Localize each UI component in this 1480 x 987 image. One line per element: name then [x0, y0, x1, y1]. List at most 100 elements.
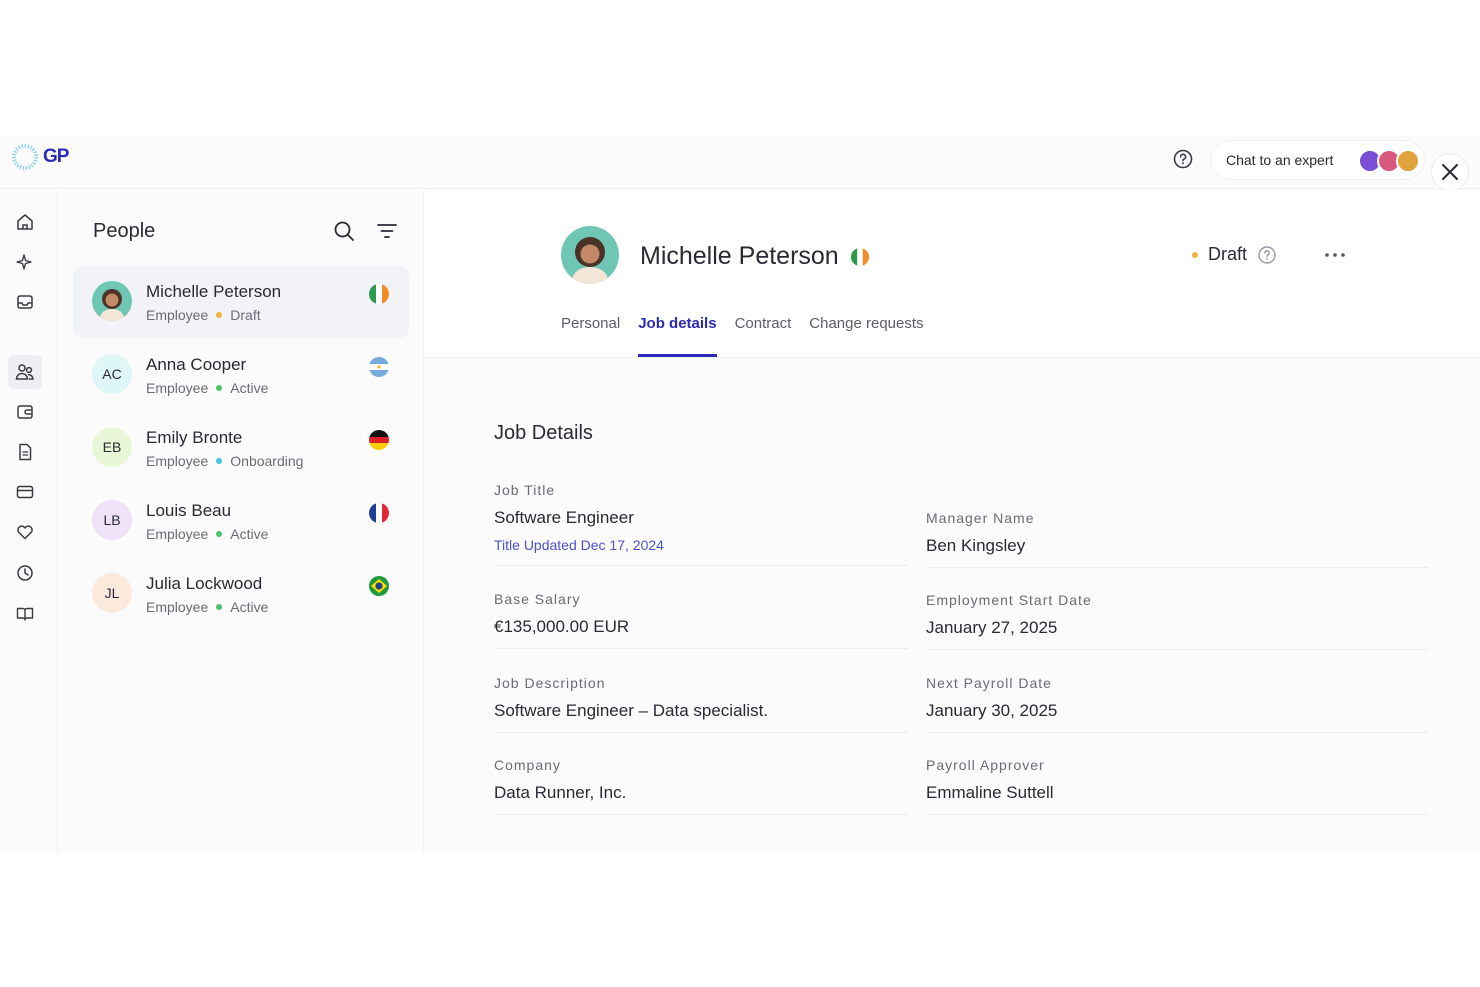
employee-status: Draft: [1192, 244, 1277, 265]
nav-people[interactable]: [8, 355, 42, 389]
person-name: Julia Lockwood: [146, 574, 263, 593]
expert-avatars: [1358, 149, 1420, 173]
france-flag-icon: [369, 503, 389, 523]
person-photo-icon: [99, 289, 125, 321]
person-meta: Employee Active: [146, 526, 268, 542]
close-icon: [1442, 164, 1458, 180]
status-dot: [1192, 251, 1198, 258]
nav-wallet[interactable]: [13, 400, 37, 424]
person-anna-cooper[interactable]: AC Anna Cooper Employee Active: [73, 339, 409, 411]
filter-icon[interactable]: [375, 220, 399, 244]
expert-avatar: [1396, 149, 1420, 173]
person-role: Employee: [146, 599, 209, 615]
employee-tabs: Personal Job details Contract Change req…: [561, 315, 942, 357]
person-louis-beau[interactable]: LB Louis Beau Employee Active: [73, 485, 409, 557]
help-icon[interactable]: [1257, 245, 1277, 265]
section-title: Job Details: [494, 422, 593, 444]
top-bar: GP Chat to an expert: [0, 136, 1480, 191]
brazil-flag-icon: [369, 576, 389, 596]
field-value: January 27, 2025: [926, 618, 1058, 637]
nav-home[interactable]: [13, 210, 37, 234]
people-panel: People Michelle Peterson Employee Draft …: [59, 190, 424, 852]
person-status: Onboarding: [230, 453, 304, 469]
nav-documents[interactable]: [13, 440, 37, 464]
person-photo-icon: [571, 237, 609, 284]
argentina-flag-icon: [369, 357, 389, 377]
nav-inbox[interactable]: [13, 290, 37, 314]
document-icon: [19, 443, 32, 461]
employee-detail: Michelle Peterson Draft Personal Job det…: [425, 190, 1480, 852]
field-job-description: Job Description Software Engineer – Data…: [494, 675, 908, 733]
person-status: Active: [230, 599, 269, 615]
avatar: AC: [92, 354, 132, 394]
field-label: Base Salary: [494, 591, 581, 607]
avatar-initials: AC: [102, 366, 122, 382]
status-dot: [216, 312, 223, 318]
ireland-flag-icon: [369, 284, 389, 304]
field-value: Data Runner, Inc.: [494, 783, 627, 802]
nav-rail: [0, 190, 58, 852]
nav-payments[interactable]: [13, 480, 37, 504]
close-button[interactable]: [1431, 153, 1469, 191]
more-options-icon[interactable]: [1324, 252, 1346, 258]
logo[interactable]: GP: [11, 143, 69, 171]
app-window: GP Chat to an expert People Michelle Pet…: [0, 136, 1480, 852]
home-icon: [17, 214, 33, 230]
nav-ai[interactable]: [13, 250, 37, 274]
field-payroll-approver: Payroll Approver Emmaline Suttell: [926, 757, 1429, 815]
field-label: Manager Name: [926, 510, 1035, 526]
field-label: Job Description: [494, 675, 606, 691]
avatar-initials: LB: [103, 512, 121, 528]
field-value: €135,000.00 EUR: [494, 617, 630, 636]
avatar: EB: [92, 427, 132, 467]
field-label: Company: [494, 757, 561, 773]
tab-personal[interactable]: Personal: [561, 315, 620, 357]
field-base-salary: Base Salary €135,000.00 EUR: [494, 591, 908, 649]
person-role: Employee: [146, 307, 209, 323]
people-title: People: [93, 220, 156, 242]
person-status: Active: [230, 380, 269, 396]
person-meta: Employee Active: [146, 599, 268, 615]
person-meta: Employee Draft: [146, 307, 261, 323]
field-job-title: Job Title Software Engineer Title Update…: [494, 482, 908, 566]
person-name: Anna Cooper: [146, 355, 247, 374]
field-value: Ben Kingsley: [926, 536, 1026, 555]
help-icon[interactable]: [1172, 148, 1194, 170]
chat-to-expert-label: Chat to an expert: [1226, 152, 1334, 168]
person-michelle-peterson[interactable]: Michelle Peterson Employee Draft: [73, 266, 409, 338]
search-icon[interactable]: [332, 219, 356, 243]
field-value: Software Engineer – Data specialist.: [494, 701, 769, 720]
field-label: Next Payroll Date: [926, 675, 1052, 691]
tab-contract[interactable]: Contract: [735, 315, 792, 357]
field-value: Emmaline Suttell: [926, 783, 1054, 802]
nav-benefits[interactable]: [13, 520, 37, 544]
tab-change-requests[interactable]: Change requests: [809, 315, 923, 357]
logo-mark-icon: [12, 144, 38, 170]
sparkle-icon: [16, 254, 32, 270]
person-meta: Employee Onboarding: [146, 453, 303, 469]
person-role: Employee: [146, 380, 209, 396]
chat-to-expert-button[interactable]: Chat to an expert: [1210, 140, 1425, 180]
avatar: [92, 281, 132, 321]
status-dot: [216, 385, 223, 391]
person-role: Employee: [146, 453, 209, 469]
person-julia-lockwood[interactable]: JL Julia Lockwood Employee Active: [73, 558, 409, 630]
person-meta: Employee Active: [146, 380, 268, 396]
clock-icon: [17, 565, 33, 581]
person-emily-bronte[interactable]: EB Emily Bronte Employee Onboarding: [73, 412, 409, 484]
field-label: Employment Start Date: [926, 592, 1092, 608]
field-label: Job Title: [494, 482, 556, 498]
heart-icon: [17, 525, 33, 540]
title-updated-note: Title Updated Dec 17, 2024: [494, 537, 664, 553]
employee-avatar: [561, 226, 619, 284]
field-value: Software Engineer: [494, 508, 634, 527]
status-label: Draft: [1208, 244, 1248, 264]
avatar: JL: [92, 573, 132, 613]
tab-job-details[interactable]: Job details: [638, 315, 717, 357]
nav-knowledge[interactable]: [13, 602, 37, 626]
person-name: Michelle Peterson: [146, 282, 282, 301]
person-status: Draft: [230, 307, 261, 323]
nav-time[interactable]: [13, 561, 37, 585]
field-label: Payroll Approver: [926, 757, 1045, 773]
book-icon: [16, 607, 34, 621]
